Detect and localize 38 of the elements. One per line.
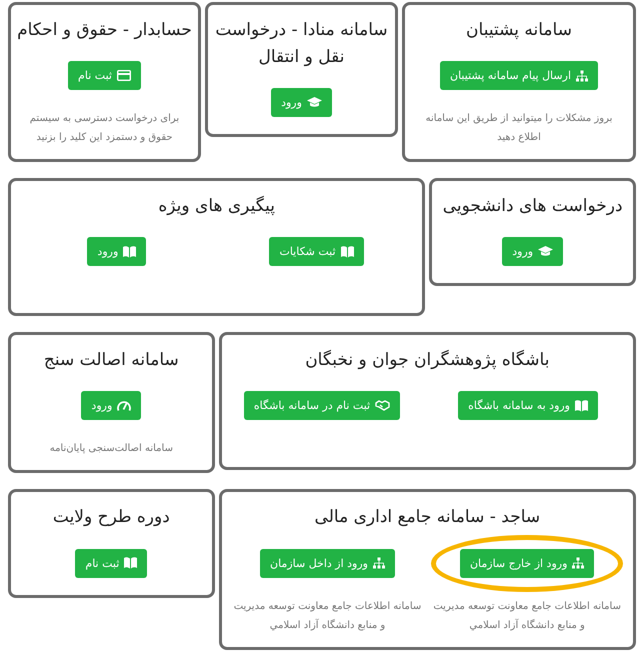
login-button[interactable]: ارسال پیام سامانه پشتیبان: [440, 61, 598, 90]
card-title: سامانه منادا - درخواست نقل و انتقال: [214, 19, 389, 70]
card-description: سامانه اطلاعات جامع معاونت توسعه مدیریت و منابع دانشگاه آزاد اسلامي: [232, 600, 422, 633]
book-icon: [123, 246, 136, 258]
sitemap-icon: [572, 557, 584, 570]
book-icon: [124, 557, 138, 570]
login-button[interactable]: ورود: [87, 237, 146, 266]
card-title: حسابدار - حقوق و احکام: [17, 19, 192, 42]
card-title: پیگیری های ویژه: [157, 194, 276, 218]
card-description: سامانه اصالت‌سنجی پایان‌نامه: [48, 442, 174, 456]
card-title: سامانه اصالت سنج: [42, 349, 180, 372]
login-button[interactable]: ثبت نام: [68, 61, 141, 90]
card-description: بروز مشکلات را میتوانید از طریق این سامانه اطلاع دهید: [424, 112, 614, 146]
book-icon: [575, 400, 588, 412]
sitemap-icon: [372, 557, 385, 570]
login-button[interactable]: ورود: [81, 391, 142, 420]
graduation-cap-icon: [538, 246, 554, 258]
card-title: سامانه پشتیبان: [465, 19, 573, 42]
credit-card-icon: [116, 70, 131, 82]
login-button[interactable]: ورود از داخل سازمان: [260, 548, 395, 578]
login-button[interactable]: ورود از خارج سازمان: [460, 548, 594, 578]
card-description: برای درخواست دسترسی به سیستم حقوق و دستمزد این کلید را بزنید: [28, 112, 180, 146]
login-button[interactable]: ورود: [271, 88, 332, 118]
login-button[interactable]: ثبت نام: [75, 548, 148, 578]
login-button[interactable]: ثبت شکایات: [269, 237, 364, 266]
card-title: ساجد - سامانه جامع اداری مالی: [314, 506, 542, 530]
sitemap-icon: [576, 70, 588, 82]
card-title: باشگاه پژوهشگران جوان و نخبگان: [304, 348, 550, 372]
login-button[interactable]: ثبت نام در سامانه باشگاه: [244, 391, 400, 420]
handshake-icon: [375, 400, 390, 412]
card-title: دوره طرح ولایت: [52, 506, 171, 530]
book-icon: [340, 246, 354, 258]
graduation-cap-icon: [306, 97, 322, 108]
card-title: درخواست های دانشجویی: [442, 195, 624, 218]
card-description: سامانه اطلاعات جامع معاونت توسعه مدیریت و منابع دانشگاه آزاد اسلامي: [432, 600, 622, 633]
gauge-icon: [117, 400, 132, 412]
login-button[interactable]: ورود: [502, 237, 564, 266]
login-button[interactable]: ورود به سامانه باشگاه: [458, 391, 598, 420]
